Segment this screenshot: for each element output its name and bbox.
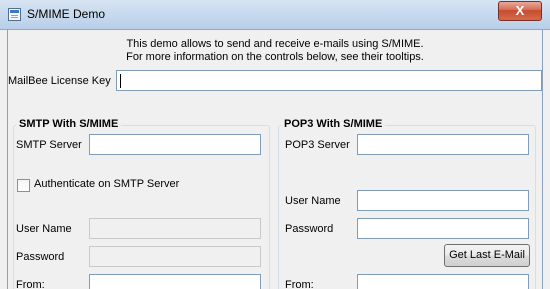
text-caret xyxy=(120,74,121,88)
smtp-from-input[interactable] xyxy=(89,274,261,289)
smtp-auth-label[interactable]: Authenticate on SMTP Server xyxy=(34,178,179,190)
intro-text: This demo allows to send and receive e-m… xyxy=(8,38,542,64)
pop3-password-label: Password xyxy=(285,223,334,235)
pop3-from-input[interactable] xyxy=(357,274,529,289)
license-key-label: MailBee License Key xyxy=(8,75,111,87)
smtp-server-input[interactable] xyxy=(89,134,261,155)
smtp-username-label: User Name xyxy=(16,223,72,235)
dialog-client-area: This demo allows to send and receive e-m… xyxy=(7,30,543,289)
close-button[interactable]: X xyxy=(498,1,542,21)
pop3-from-label: From: xyxy=(285,279,314,289)
smtp-username-input[interactable] xyxy=(89,218,261,239)
intro-line-2: For more information on the controls bel… xyxy=(126,51,424,63)
smtp-from-label: From: xyxy=(16,279,45,289)
title-bar[interactable]: S/MIME Demo X xyxy=(0,0,550,30)
smtp-group-title: SMTP With S/MIME xyxy=(16,118,122,130)
smtp-password-input[interactable] xyxy=(89,246,261,267)
intro-line-1: This demo allows to send and receive e-m… xyxy=(126,38,424,50)
pop3-username-label: User Name xyxy=(285,195,341,207)
get-last-email-button[interactable]: Get Last E-Mail xyxy=(444,244,530,267)
pop3-username-input[interactable] xyxy=(357,190,529,211)
smime-demo-window: S/MIME Demo X This demo allows to send a… xyxy=(0,0,550,289)
pop3-password-input[interactable] xyxy=(357,218,529,239)
window-title: S/MIME Demo xyxy=(27,7,106,21)
smtp-auth-checkbox[interactable] xyxy=(17,179,30,192)
pop3-group-title: POP3 With S/MIME xyxy=(281,118,386,130)
app-window-icon xyxy=(8,8,21,21)
smtp-password-label: Password xyxy=(16,251,65,263)
smtp-server-label: SMTP Server xyxy=(16,139,82,151)
pop3-server-label: POP3 Server xyxy=(285,139,350,151)
pop3-server-input[interactable] xyxy=(357,134,529,155)
license-key-input[interactable] xyxy=(116,70,542,91)
